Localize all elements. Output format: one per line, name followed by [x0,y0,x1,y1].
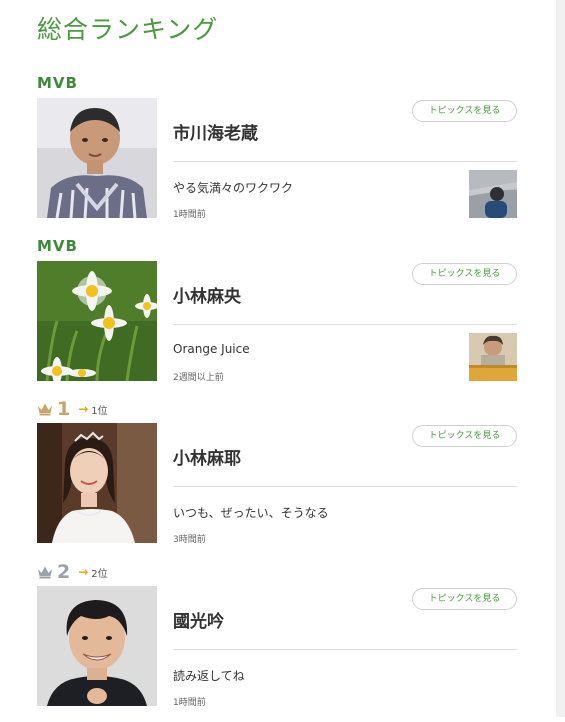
mvb-label: MVB [37,74,78,92]
rank-label: 1 → 1位 [37,398,108,420]
post-title[interactable]: いつも、ぜったい、そうなる [173,504,329,521]
profile-photo[interactable] [37,261,157,381]
post-thumbnail[interactable] [469,170,517,218]
crown-icon [38,403,52,416]
arrow-right-icon: → [78,402,89,416]
member-name[interactable]: 國光吟 [173,607,224,632]
rank-number: 1 [57,398,71,420]
arrow-right-icon: → [78,565,89,579]
ranking-entry: 1 → 1位 小林麻耶 トピックスを見る いつも、ぜったい、そうなる 3時間前 [37,398,517,559]
rank-change: → 1位 [78,402,107,417]
member-name[interactable]: 小林麻耶 [173,444,241,469]
post-thumbnail[interactable] [469,333,517,381]
post-time: 1時間前 [173,210,206,220]
divider [173,649,517,650]
post-title[interactable]: 読み返してね [173,667,245,684]
divider [173,161,517,162]
profile-photo[interactable] [37,423,157,543]
scrollbar[interactable] [556,0,565,717]
view-topics-button[interactable]: トピックスを見る [412,588,517,610]
crown-icon [38,566,52,579]
ranking-entry: 2 → 2位 國光吟 トピックスを見る 読み返してね 1時間前 [37,561,517,722]
page-title: 総合ランキング [37,15,219,44]
view-topics-button[interactable]: トピックスを見る [412,425,517,447]
profile-photo[interactable] [37,586,157,706]
rank-change: → 2位 [78,565,107,580]
member-name[interactable]: 市川海老蔵 [173,119,258,144]
post-time: 3時間前 [173,535,206,545]
divider [173,324,517,325]
divider [173,486,517,487]
view-topics-button[interactable]: トピックスを見る [412,100,517,122]
post-time: 2週間以上前 [173,373,224,383]
ranking-entry: MVB 小林麻央 トピックスを見る Orange Juice 2週間以上前 [37,237,517,397]
post-time: 1時間前 [173,698,206,708]
ranking-entry: MVB 市川海老蔵 トピックスを見る やる気満々のワクワク 1時間前 [37,74,517,234]
previous-rank: 1位 [91,405,108,417]
mvb-label: MVB [37,237,78,255]
rank-label: 2 → 2位 [37,561,108,583]
rank-number: 2 [57,561,71,583]
member-name[interactable]: 小林麻央 [173,282,241,307]
post-title[interactable]: Orange Juice [173,342,250,356]
previous-rank: 2位 [91,568,108,580]
view-topics-button[interactable]: トピックスを見る [412,263,517,285]
profile-photo[interactable] [37,98,157,218]
post-title[interactable]: やる気満々のワクワク [173,179,293,196]
